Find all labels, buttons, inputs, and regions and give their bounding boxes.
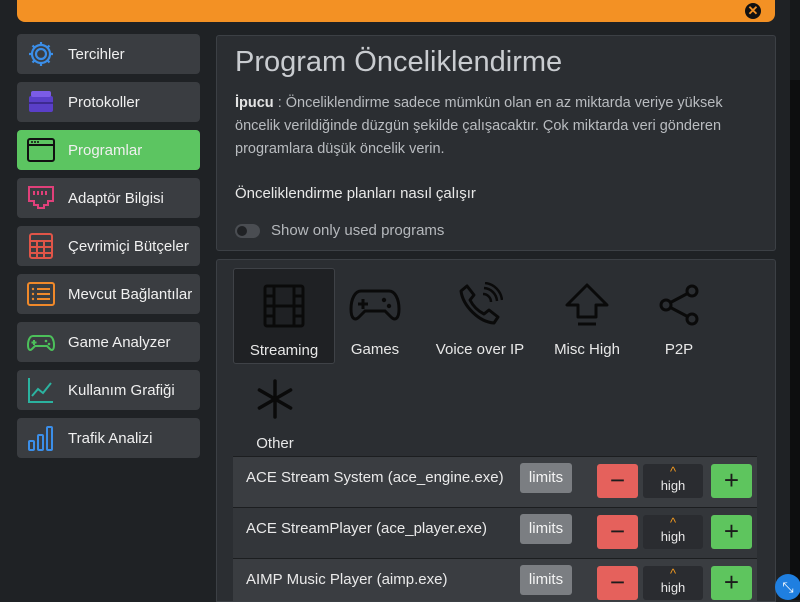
category-label: Other — [256, 435, 294, 452]
tip-label: İpucu — [235, 95, 274, 111]
limits-button[interactable]: limits — [520, 565, 572, 595]
sidebar-item-label: Çevrimiçi Bütçeler — [68, 237, 189, 255]
list-icon — [25, 278, 57, 310]
page-title: Program Önceliklendirme — [235, 46, 563, 78]
tip-body: : Önceliklendirme sadece mümkün olan en … — [235, 95, 723, 157]
sidebar-item-label: Adaptör Bilgisi — [68, 189, 164, 207]
gamepad-icon — [25, 326, 57, 358]
table-row: ACE StreamPlayer (ace_player.exe) limits… — [233, 507, 757, 558]
decrease-priority-button[interactable]: − — [597, 515, 638, 549]
sidebar-item-label: Programlar — [68, 141, 143, 159]
sidebar-item-game-analyzer[interactable]: Game Analyzer — [17, 322, 200, 362]
category-voice-over-ip[interactable]: Voice over IP — [425, 268, 535, 362]
priority-label: high — [660, 580, 686, 595]
sidebar-item-tercihler[interactable]: Tercihler — [17, 34, 200, 74]
show-used-programs-row: Show only used programs — [235, 222, 444, 239]
priority-indicator: ^ high — [643, 464, 703, 498]
decrease-priority-button[interactable]: − — [597, 464, 638, 498]
sidebar-item-programlar[interactable]: Programlar — [17, 130, 200, 170]
limits-button[interactable]: limits — [520, 514, 572, 544]
priority-indicator: ^ high — [643, 515, 703, 549]
category-label: Voice over IP — [435, 341, 525, 358]
category-label: Misc High — [554, 341, 620, 358]
chevron-up-icon: ^ — [669, 464, 677, 479]
film-icon — [234, 281, 334, 331]
limits-button[interactable]: limits — [520, 463, 572, 493]
tip-text: İpucu : Önceliklendirme sadece mümkün ol… — [235, 92, 755, 161]
toggle-label: Show only used programs — [271, 222, 445, 239]
asterisk-icon — [225, 374, 325, 424]
priority-indicator: ^ high — [643, 566, 703, 600]
category-other[interactable]: Other — [225, 362, 325, 456]
sidebar: Tercihler Protokoller Programlar Adaptör… — [17, 34, 200, 466]
resize-icon[interactable]: ⤡ — [775, 574, 800, 600]
sidebar-item-label: Kullanım Grafiği — [68, 381, 175, 399]
share-icon — [629, 280, 729, 330]
phone-icon — [425, 280, 535, 330]
increase-priority-button[interactable]: + — [711, 464, 752, 498]
calculator-icon — [25, 230, 57, 262]
category-label: Streaming — [249, 342, 319, 359]
window-icon — [25, 134, 57, 166]
category-label: Games — [350, 341, 400, 358]
category-misc-high[interactable]: Misc High — [537, 268, 637, 362]
sidebar-item-adaptor-bilgisi[interactable]: Adaptör Bilgisi — [17, 178, 200, 218]
line-chart-icon — [25, 374, 57, 406]
toggle-knob — [237, 225, 247, 236]
chevron-up-icon: ^ — [669, 515, 677, 530]
table-row: AIMP Music Player (aimp.exe) limits − ^ … — [233, 558, 757, 601]
scrollbar-track[interactable] — [790, 80, 800, 600]
gear-icon — [25, 38, 57, 70]
bar-chart-icon — [25, 422, 57, 454]
category-streaming[interactable]: Streaming — [233, 268, 335, 364]
ethernet-icon — [25, 182, 57, 214]
top-banner: ✕ — [17, 0, 775, 22]
sidebar-item-label: Mevcut Bağlantılar — [68, 285, 193, 303]
close-icon[interactable]: ✕ — [745, 3, 761, 19]
how-it-works-link[interactable]: Önceliklendirme planları nasıl çalışır — [235, 185, 476, 202]
category-games[interactable]: Games — [325, 268, 425, 362]
sidebar-item-label: Protokoller — [68, 93, 140, 111]
chevron-up-icon: ^ — [669, 566, 677, 581]
sidebar-item-trafik-analizi[interactable]: Trafik Analizi — [17, 418, 200, 458]
show-used-programs-toggle[interactable] — [235, 223, 260, 238]
sidebar-item-cevrimici-butceler[interactable]: Çevrimiçi Bütçeler — [17, 226, 200, 266]
increase-priority-button[interactable]: + — [711, 566, 752, 600]
table-row: ACE Stream System (ace_engine.exe) limit… — [233, 456, 757, 507]
increase-priority-button[interactable]: + — [711, 515, 752, 549]
program-name: AIMP Music Player (aimp.exe) — [246, 571, 448, 588]
programs-panel: Streaming Games Voice over IP Misc High … — [216, 259, 776, 602]
sidebar-item-kullanim-grafigi[interactable]: Kullanım Grafiği — [17, 370, 200, 410]
decrease-priority-button[interactable]: − — [597, 566, 638, 600]
arrow-up-icon — [537, 280, 637, 330]
priority-label: high — [660, 529, 686, 544]
sidebar-item-label: Game Analyzer — [68, 333, 171, 351]
sidebar-item-mevcut-baglantilar[interactable]: Mevcut Bağlantılar — [17, 274, 200, 314]
protocols-icon — [25, 86, 57, 118]
sidebar-item-label: Tercihler — [68, 45, 125, 63]
program-name: ACE StreamPlayer (ace_player.exe) — [246, 520, 487, 537]
gamepad-icon — [325, 280, 425, 330]
category-p2p[interactable]: P2P — [629, 268, 729, 362]
program-name: ACE Stream System (ace_engine.exe) — [246, 469, 504, 486]
priority-label: high — [660, 478, 686, 493]
scrollbar[interactable] — [790, 0, 800, 600]
header-panel: Program Önceliklendirme İpucu : Öncelikl… — [216, 35, 776, 251]
sidebar-item-label: Trafik Analizi — [68, 429, 153, 447]
sidebar-item-protokoller[interactable]: Protokoller — [17, 82, 200, 122]
category-label: P2P — [664, 341, 694, 358]
